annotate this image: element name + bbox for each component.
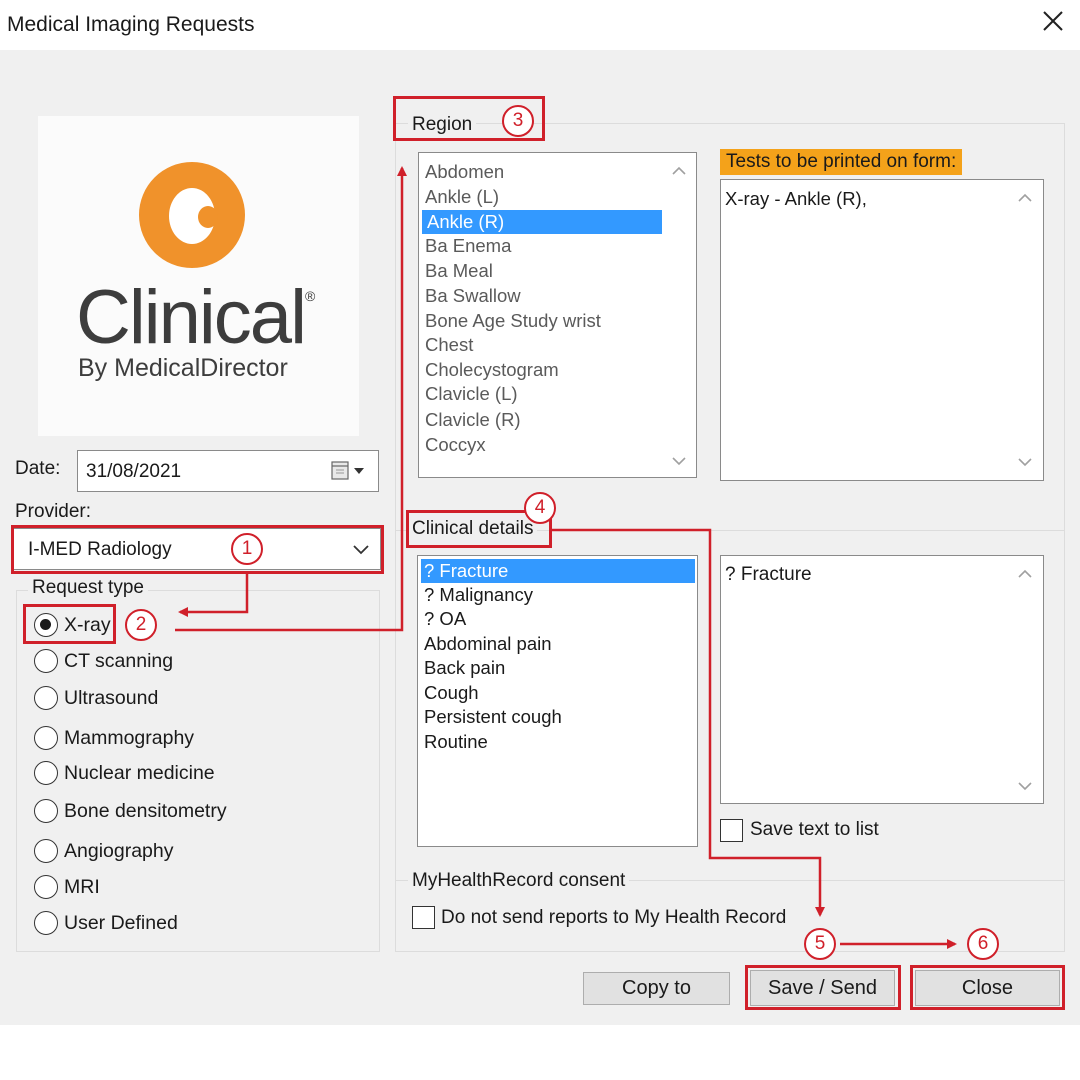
arrow-clinical-to-save <box>552 528 825 917</box>
step-badge-3: 3 <box>502 105 534 137</box>
step-badge-4: 4 <box>524 492 556 524</box>
arrow-xray-to-region <box>175 166 407 632</box>
step-badge-6: 6 <box>967 928 999 960</box>
annotation-arrows <box>175 166 957 949</box>
step-badge-2: 2 <box>125 609 157 641</box>
step-badge-1: 1 <box>231 533 263 565</box>
step-badge-5: 5 <box>804 928 836 960</box>
arrow-provider-to-xray <box>178 573 249 617</box>
